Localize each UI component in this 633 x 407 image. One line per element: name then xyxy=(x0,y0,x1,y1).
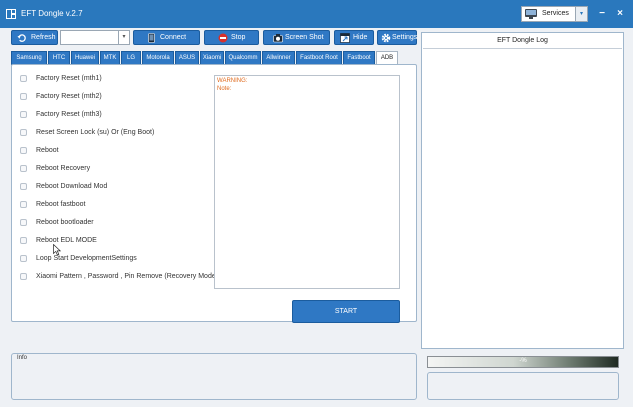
option-label: Xiaomi Pattern , Password , Pin Remove (… xyxy=(36,273,219,280)
services-dropdown-caret[interactable]: ▾ xyxy=(576,6,588,22)
progress-bar: -% xyxy=(427,356,619,368)
checkbox[interactable] xyxy=(20,111,27,118)
refresh-button[interactable]: Refresh xyxy=(11,30,58,45)
hide-button[interactable]: Hide xyxy=(334,30,374,45)
app-logo-icon xyxy=(6,9,16,19)
tab-samsung[interactable]: Samsung xyxy=(11,51,47,65)
option-label: Loop Start DevelopmentSettings xyxy=(36,255,137,262)
services-icon xyxy=(525,9,537,19)
vendor-tabs: Samsung HTC Huawei MTK LG Motorola ASUS … xyxy=(11,51,417,65)
stop-button[interactable]: Stop xyxy=(204,30,259,45)
option-label: Reboot Recovery xyxy=(36,165,91,172)
screenshot-label: Screen Shot xyxy=(285,34,324,41)
tab-adb[interactable]: ADB xyxy=(376,51,398,65)
checkbox[interactable] xyxy=(20,237,27,244)
tab-huawei[interactable]: Huawei xyxy=(71,51,99,65)
checkbox[interactable] xyxy=(20,255,27,262)
settings-label: Settings xyxy=(392,34,418,41)
notes-box: WARNING: Note: xyxy=(214,75,400,289)
tab-motorola[interactable]: Motorola xyxy=(142,51,174,65)
close-button[interactable]: × xyxy=(612,6,628,22)
stop-label: Stop xyxy=(231,34,246,41)
screenshot-button[interactable]: Screen Shot xyxy=(263,30,330,45)
option-label: Reboot fastboot xyxy=(36,201,86,208)
option-label: Reboot Download Mod xyxy=(36,183,108,190)
progress-text: -% xyxy=(519,358,527,364)
checkbox[interactable] xyxy=(20,75,27,82)
settings-button[interactable]: Settings xyxy=(377,30,417,45)
window-icon xyxy=(340,33,350,43)
checkbox[interactable] xyxy=(20,183,27,190)
note-text: Note: xyxy=(217,86,232,92)
checkbox[interactable] xyxy=(20,129,27,136)
mouse-cursor-icon xyxy=(53,244,61,256)
hide-label: Hide xyxy=(353,34,368,41)
refresh-icon xyxy=(17,34,26,42)
info-group: Info xyxy=(11,353,417,400)
refresh-label: Refresh xyxy=(31,34,56,41)
checkbox[interactable] xyxy=(20,93,27,100)
option-label: Reboot EDL MODE xyxy=(36,237,97,244)
option-label: Factory Reset (mth3) xyxy=(36,111,102,118)
option-label: Factory Reset (mth2) xyxy=(36,93,102,100)
warning-text: WARNING: xyxy=(217,78,248,84)
log-panel[interactable]: EFT Dongle Log xyxy=(421,32,624,349)
option-label: Reboot xyxy=(36,147,59,154)
status-box xyxy=(427,372,619,400)
tab-fastboot[interactable]: Fastboot xyxy=(343,51,375,65)
checkbox[interactable] xyxy=(20,147,27,154)
minimize-button[interactable]: − xyxy=(594,6,610,22)
option-label: Reset Screen Lock (su) Or (Eng Boot) xyxy=(36,129,155,136)
tab-htc[interactable]: HTC xyxy=(48,51,70,65)
checkbox[interactable] xyxy=(20,219,27,226)
tab-asus[interactable]: ASUS xyxy=(175,51,199,65)
option-label: Reboot bootloader xyxy=(36,219,94,226)
checkbox[interactable] xyxy=(20,165,27,172)
checkbox[interactable] xyxy=(20,201,27,208)
option-label: Factory Reset (mth1) xyxy=(36,75,102,82)
tab-fastboot-root[interactable]: Fastboot Root xyxy=(296,51,342,65)
start-button[interactable]: START xyxy=(292,300,400,323)
tab-lg[interactable]: LG xyxy=(121,51,141,65)
camera-icon xyxy=(273,34,283,43)
checkbox[interactable] xyxy=(20,273,27,280)
services-label: Services xyxy=(542,10,569,17)
tab-mtk[interactable]: MTK xyxy=(100,51,120,65)
stop-icon xyxy=(218,33,228,43)
chevron-down-icon[interactable]: ▾ xyxy=(118,31,129,44)
tab-qualcomm[interactable]: Qualcomm xyxy=(225,51,261,65)
tab-allwinner[interactable]: Allwinner xyxy=(262,51,295,65)
gear-icon xyxy=(381,33,391,43)
connect-label: Connect xyxy=(160,34,187,41)
tab-xiaomi[interactable]: Xiaomi xyxy=(200,51,224,65)
log-title: EFT Dongle Log xyxy=(497,37,548,44)
services-dropdown[interactable]: Services xyxy=(521,6,576,22)
phone-icon xyxy=(148,33,155,43)
connect-button[interactable]: Connect xyxy=(133,30,200,45)
log-divider xyxy=(423,48,622,49)
window-title: EFT Dongle v.2.7 xyxy=(21,9,83,18)
info-label: Info xyxy=(17,355,28,361)
port-select[interactable]: ▾ xyxy=(60,30,130,45)
